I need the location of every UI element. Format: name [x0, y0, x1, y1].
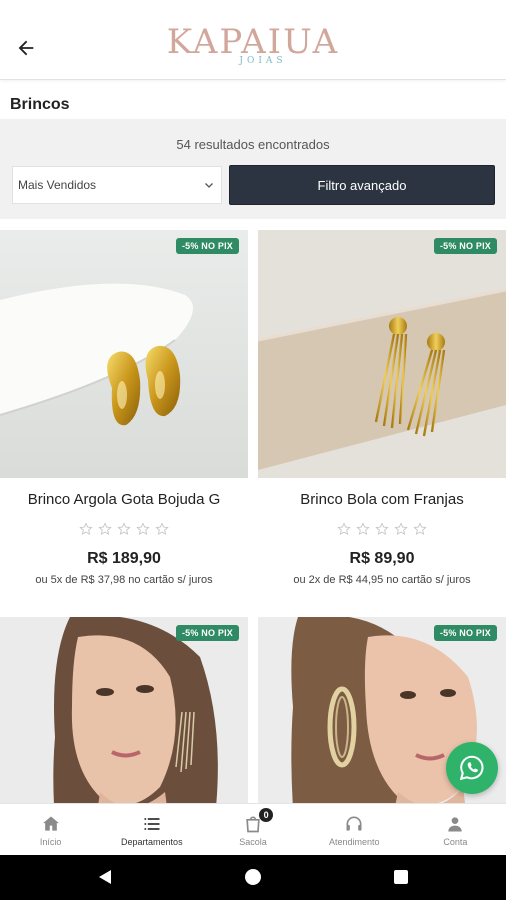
- rating-stars: [258, 522, 506, 538]
- home-icon: [42, 816, 59, 831]
- brand-logo[interactable]: KAPAIUA JOIAS: [0, 22, 506, 66]
- tab-label: Departamentos: [121, 837, 183, 847]
- star-icon: [117, 522, 131, 535]
- star-icon: [413, 522, 427, 535]
- pix-discount-badge: -5% NO PIX: [433, 625, 497, 641]
- star-icon: [337, 522, 351, 535]
- tab-home[interactable]: Início: [0, 804, 101, 855]
- product-image[interactable]: -5% NO PIX: [0, 230, 248, 478]
- bottom-tab-bar: Início Departamentos 0 Sacola Atendiment…: [0, 803, 506, 855]
- star-icon: [98, 522, 112, 535]
- tab-departments[interactable]: Departamentos: [101, 804, 202, 855]
- headset-icon: [346, 816, 362, 831]
- pix-discount-badge: -5% NO PIX: [175, 238, 239, 254]
- star-icon: [155, 522, 169, 535]
- filter-bar: 54 resultados encontrados Mais Vendidos …: [0, 119, 506, 219]
- star-icon: [79, 522, 93, 535]
- logo-subtext: JOIAS: [239, 56, 287, 66]
- tab-label: Conta: [443, 837, 468, 847]
- product-price: R$ 89,90: [349, 550, 415, 567]
- product-card[interactable]: -5% NO PIX Brinco Bola com Franjas R$ 89…: [258, 230, 506, 586]
- product-name[interactable]: Brinco Bola com Franjas: [258, 491, 506, 508]
- tab-account[interactable]: Conta: [405, 804, 506, 855]
- pix-discount-badge: -5% NO PIX: [433, 238, 497, 254]
- results-count: 54 resultados encontrados: [176, 137, 330, 152]
- product-image[interactable]: -5% NO PIX: [258, 230, 506, 478]
- nav-home-icon[interactable]: [245, 869, 261, 885]
- sort-value: Mais Vendidos: [18, 178, 97, 192]
- system-nav-bar: [0, 855, 506, 900]
- tab-label: Sacola: [239, 837, 267, 847]
- whatsapp-button[interactable]: [446, 742, 498, 794]
- app-header: KAPAIUA JOIAS: [0, 0, 506, 80]
- star-icon: [136, 522, 150, 535]
- star-icon: [394, 522, 408, 535]
- page-title: Brincos: [10, 96, 70, 113]
- tab-cart[interactable]: 0 Sacola: [202, 804, 303, 855]
- nav-recents-icon[interactable]: [394, 870, 408, 884]
- tab-label: Início: [39, 837, 62, 847]
- product-installments: ou 2x de R$ 44,95 no cartão s/ juros: [293, 574, 471, 586]
- product-grid: -5% NO PIX Brinco Argola Gota Bojuda G R…: [0, 230, 506, 803]
- pix-discount-badge: -5% NO PIX: [175, 625, 239, 641]
- rating-stars: [0, 522, 248, 538]
- whatsapp-icon: [459, 755, 484, 781]
- product-installments: ou 5x de R$ 37,98 no cartão s/ juros: [35, 574, 213, 586]
- product-name[interactable]: Brinco Argola Gota Bojuda G: [0, 491, 248, 508]
- product-card[interactable]: -5% NO PIX: [0, 617, 248, 803]
- chevron-down-icon: [205, 183, 213, 188]
- star-icon: [356, 522, 370, 535]
- sort-select[interactable]: Mais Vendidos: [12, 166, 222, 204]
- list-icon: [144, 818, 160, 830]
- user-icon: [448, 817, 463, 832]
- advanced-filter-button[interactable]: Filtro avançado: [229, 165, 495, 205]
- product-price: R$ 189,90: [87, 550, 161, 567]
- product-image[interactable]: -5% NO PIX: [0, 617, 248, 803]
- product-card[interactable]: -5% NO PIX Brinco Argola Gota Bojuda G R…: [0, 230, 248, 586]
- cart-count-badge: 0: [259, 808, 274, 822]
- tab-label: Atendimento: [328, 837, 380, 847]
- tab-support[interactable]: Atendimento: [304, 804, 405, 855]
- nav-back-icon[interactable]: [98, 869, 112, 885]
- star-icon: [375, 522, 389, 535]
